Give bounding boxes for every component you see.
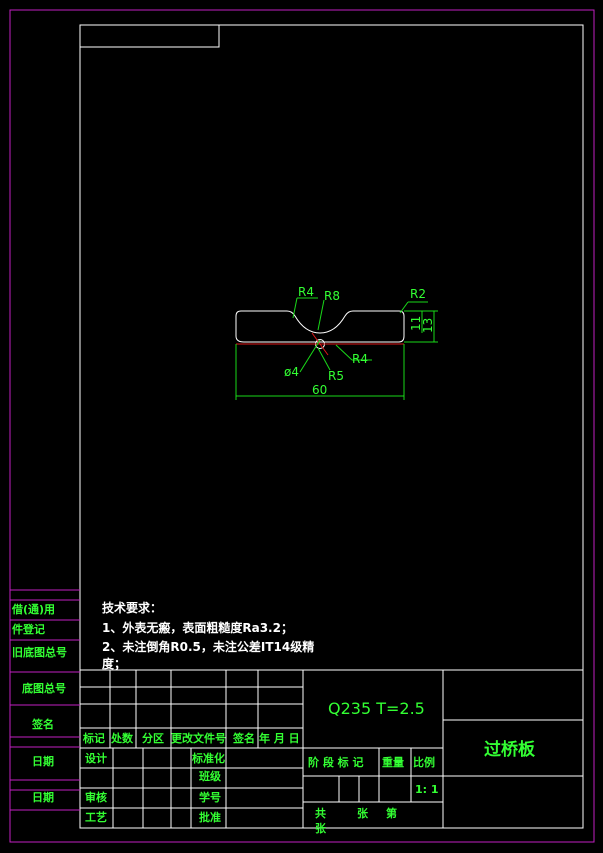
hdr-zone: 分区 [142, 731, 164, 745]
tb-student-no: 学号 [199, 790, 221, 804]
outer-frame [9, 9, 595, 843]
tb-total: 共 [315, 806, 326, 820]
side-date2: 日期 [32, 790, 54, 804]
tb-standardize: 标准化 [191, 751, 225, 765]
dim-r5: R5 [328, 369, 344, 383]
dim-r2: R2 [410, 287, 426, 301]
tb-check: 审核 [85, 790, 107, 804]
dimension-lines [235, 297, 438, 400]
tb-sheets: 张 [357, 806, 369, 820]
notes-line3: 度； [102, 656, 126, 671]
hdr-date: 年 月 日 [259, 731, 300, 745]
dim-r4-bottom: R4 [352, 352, 368, 366]
notes-title: 技术要求： [102, 600, 162, 615]
tb-scale-value: 1: 1 [415, 783, 439, 796]
side-drawing-no: 底图总号 [22, 681, 66, 695]
hdr-count: 处数 [110, 731, 134, 745]
dim-dia4: ø4 [284, 365, 299, 379]
material-spec: Q235 T=2.5 [328, 699, 425, 718]
side-borrow: 借(通)用 [11, 602, 55, 616]
hdr-change-doc: 更改文件号 [171, 731, 226, 745]
tb-stage-mark: 阶 段 标 记 [308, 755, 364, 769]
notes-line2: 2、未注倒角R0.5，未注公差IT14级精 [102, 639, 314, 654]
tb-design: 设计 [85, 751, 107, 765]
part-outline [235, 310, 405, 349]
tb-sheet-no: 第 [386, 806, 397, 820]
hdr-sign: 签名 [232, 731, 255, 745]
tb-weight: 重量 [382, 755, 404, 769]
dim-r4-top: R4 [298, 285, 314, 299]
tb-grade: 班级 [199, 769, 222, 783]
side-signature: 签名 [31, 717, 54, 731]
dim-13: 13 [421, 318, 435, 333]
dim-r8: R8 [324, 289, 340, 303]
tb-approve: 批准 [199, 810, 221, 824]
side-register: 件登记 [12, 622, 45, 636]
tb-craft: 工艺 [85, 810, 107, 824]
tb-scale: 比例 [413, 755, 435, 769]
side-date1: 日期 [32, 754, 54, 768]
part-name: 过桥板 [484, 739, 536, 760]
hdr-mark: 标记 [82, 731, 105, 745]
cad-drawing: R4 R8 R2 11 13 ø4 R5 R4 60 技术要求： 1、外表无瘢，… [9, 9, 595, 843]
dim-width: 60 [312, 383, 327, 397]
top-left-box [79, 24, 220, 48]
side-old-drawing: 旧底图总号 [12, 645, 67, 659]
tb-sheet-unit: 张 [315, 821, 327, 835]
notes-line1: 1、外表无瘢，表面粗糙度Ra3.2； [102, 620, 293, 635]
